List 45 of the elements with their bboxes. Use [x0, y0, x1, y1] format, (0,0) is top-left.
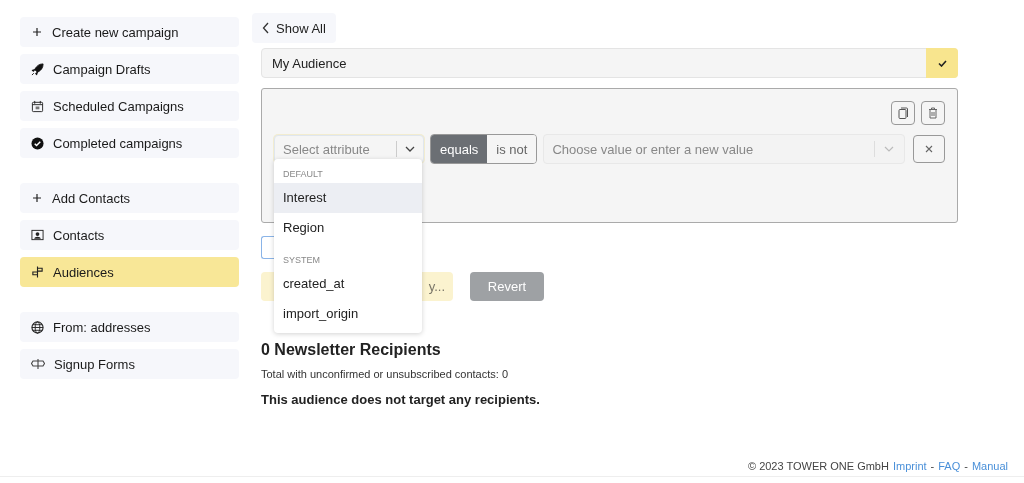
- calendar-icon: [31, 99, 44, 113]
- contact-card-icon: [31, 229, 44, 241]
- recipients-heading: 0 Newsletter Recipients: [261, 341, 442, 359]
- plus-icon: [31, 192, 43, 204]
- separator-text: -: [964, 460, 968, 474]
- remove-button[interactable]: [913, 135, 945, 163]
- menu-option[interactable]: created_at: [274, 269, 422, 299]
- menu-option[interactable]: import_origin: [274, 299, 422, 329]
- chevron-left-icon: [262, 22, 270, 34]
- sidebar-item[interactable]: Completed campaigns: [20, 128, 239, 158]
- menu-group-heading: SYSTEM: [282, 254, 321, 267]
- signpost-icon: [31, 265, 44, 279]
- sidebar-item[interactable]: From: addresses: [20, 312, 239, 342]
- checkmark-icon: [937, 59, 947, 67]
- signboard-icon: [31, 358, 45, 370]
- footer-link[interactable]: FAQ: [938, 460, 961, 476]
- audience-name-field[interactable]: My Audience: [261, 48, 958, 78]
- copy-button[interactable]: [891, 101, 915, 125]
- sidebar-item[interactable]: Campaign Drafts: [20, 54, 239, 84]
- delete-button[interactable]: [921, 101, 945, 125]
- trash-icon: [928, 107, 938, 119]
- plus-icon: [31, 26, 43, 38]
- copy-icon: [898, 107, 908, 119]
- sidebar-item[interactable]: Contacts: [20, 220, 239, 250]
- sidebar-item[interactable]: Audiences: [20, 257, 239, 287]
- confirm-button[interactable]: [926, 48, 958, 78]
- show-all-button[interactable]: Show All: [252, 13, 336, 43]
- close-icon: [925, 145, 933, 153]
- no-recipients-note: This audience does not target any recipients.: [261, 392, 541, 407]
- copyright-text: © 2023 TOWER ONE GmbH: [747, 460, 889, 474]
- menu-option[interactable]: Interest: [274, 183, 422, 213]
- sidebar-item[interactable]: Add Contacts: [20, 183, 239, 213]
- menu-option[interactable]: Region: [274, 213, 422, 243]
- sidebar-item[interactable]: Signup Forms: [20, 349, 239, 379]
- check-circle-icon: [31, 136, 44, 150]
- total-text: Total with unconfirmed or unsubscribed contacts: 0: [261, 368, 510, 380]
- chevron-down-icon: [884, 146, 894, 152]
- globe-icon: [31, 320, 44, 334]
- chevron-down-icon: [405, 146, 415, 152]
- rocket-icon: [31, 62, 44, 76]
- sidebar-item[interactable]: Scheduled Campaigns: [20, 91, 239, 121]
- operator-toggle[interactable]: equals: [431, 135, 488, 163]
- sidebar-item[interactable]: Create new campaign: [20, 17, 239, 47]
- menu-group-heading: DEFAULT: [282, 168, 324, 181]
- separator-text: -: [930, 460, 935, 474]
